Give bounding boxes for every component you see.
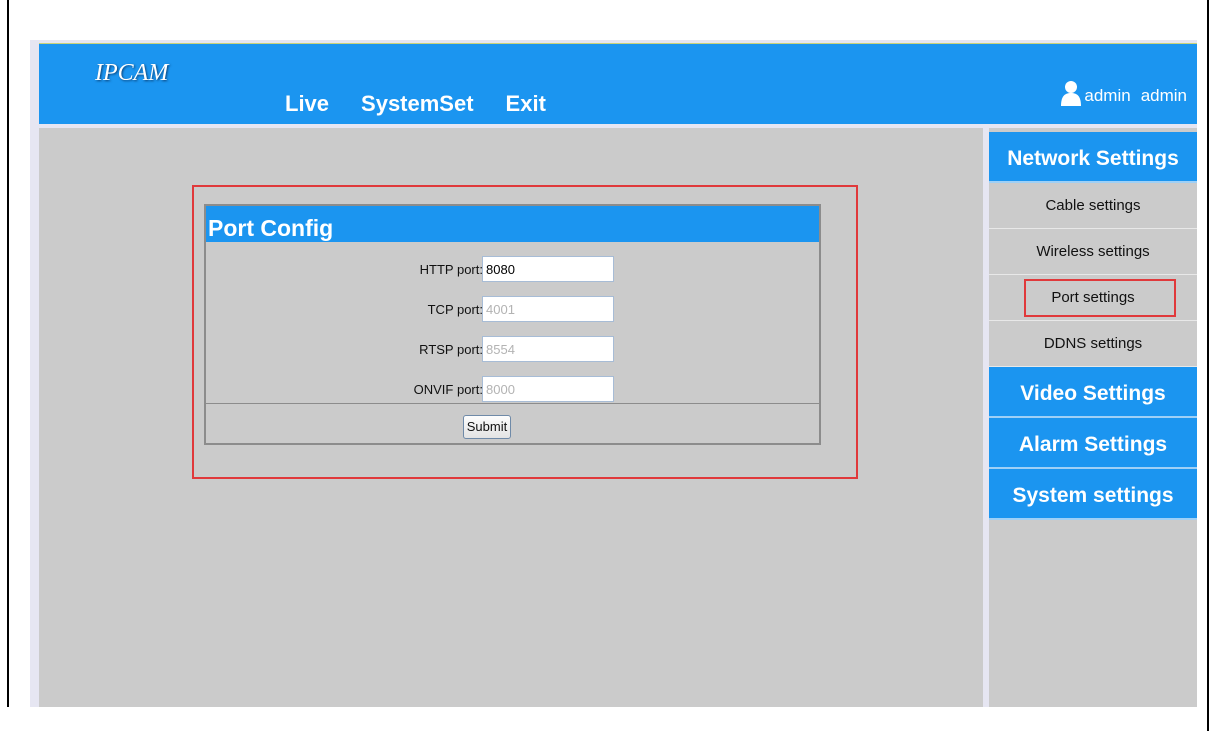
username-label: admin <box>1084 86 1131 105</box>
http-port-label: HTTP port: <box>419 262 483 277</box>
panel-title: Port Config <box>206 206 819 242</box>
main-content: Port Config HTTP port: TCP port: RTSP po… <box>39 128 983 707</box>
user-icon <box>1061 81 1082 106</box>
sidebar-group-alarm[interactable]: Alarm Settings <box>989 418 1197 469</box>
app-page: IPCAM Live SystemSet Exit admin admin Po… <box>30 40 1197 707</box>
sidebar-item-cable[interactable]: Cable settings <box>989 183 1197 229</box>
sidebar-item-ddns[interactable]: DDNS settings <box>989 321 1197 367</box>
top-header: IPCAM Live SystemSet Exit admin admin <box>39 43 1197 124</box>
user-info: admin admin <box>1060 80 1187 106</box>
settings-sidebar: Network Settings Cable settings Wireless… <box>989 128 1197 707</box>
onvif-port-row: ONVIF port: <box>206 376 819 402</box>
sidebar-group-system[interactable]: System settings <box>989 469 1197 520</box>
sidebar-item-port[interactable]: Port settings <box>989 275 1197 321</box>
nav-systemset[interactable]: SystemSet <box>361 91 474 117</box>
sidebar-item-wireless[interactable]: Wireless settings <box>989 229 1197 275</box>
rtsp-port-row: RTSP port: <box>206 336 819 362</box>
http-port-input[interactable] <box>482 256 614 282</box>
user-role-label: admin <box>1140 86 1187 105</box>
panel-divider <box>206 403 819 404</box>
frame-border-right <box>1207 0 1209 731</box>
tcp-port-row: TCP port: <box>206 296 819 322</box>
rtsp-port-input <box>482 336 614 362</box>
port-config-panel: Port Config HTTP port: TCP port: RTSP po… <box>204 204 821 445</box>
rtsp-port-label: RTSP port: <box>419 342 483 357</box>
http-port-row: HTTP port: <box>206 256 819 282</box>
tcp-port-label: TCP port: <box>427 302 483 317</box>
tcp-port-input <box>482 296 614 322</box>
sidebar-group-network[interactable]: Network Settings <box>989 132 1197 183</box>
main-nav: Live SystemSet Exit <box>285 91 546 117</box>
sidebar-group-video[interactable]: Video Settings <box>989 367 1197 418</box>
submit-button[interactable]: Submit <box>463 415 511 439</box>
app-logo: IPCAM <box>95 60 169 86</box>
onvif-port-label: ONVIF port: <box>413 382 483 397</box>
nav-exit[interactable]: Exit <box>506 91 546 117</box>
frame-border-left <box>7 0 9 707</box>
nav-live[interactable]: Live <box>285 91 329 117</box>
onvif-port-input <box>482 376 614 402</box>
